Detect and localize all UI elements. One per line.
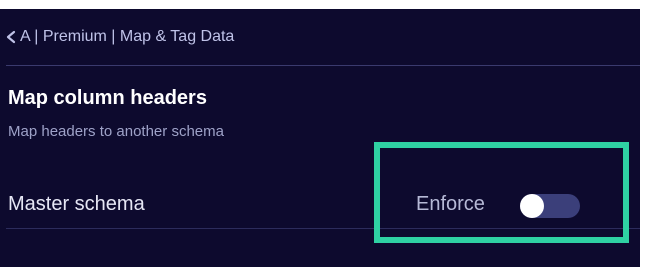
master-schema-label: Master schema [8, 193, 145, 215]
settings-panel: A | Premium | Map & Tag Data Map column … [0, 9, 640, 267]
divider [6, 65, 640, 66]
enforce-toggle-label: Enforce [416, 193, 485, 215]
toggle-knob [520, 194, 544, 218]
enforce-toggle[interactable] [520, 194, 580, 218]
section-title: Map column headers [8, 87, 207, 109]
divider [6, 228, 640, 229]
breadcrumb[interactable]: A | Premium | Map & Tag Data [4, 9, 234, 65]
breadcrumb-text[interactable]: A | Premium | Map & Tag Data [20, 28, 234, 46]
section-subtitle: Map headers to another schema [8, 123, 224, 140]
chevron-left-icon[interactable] [4, 29, 18, 45]
